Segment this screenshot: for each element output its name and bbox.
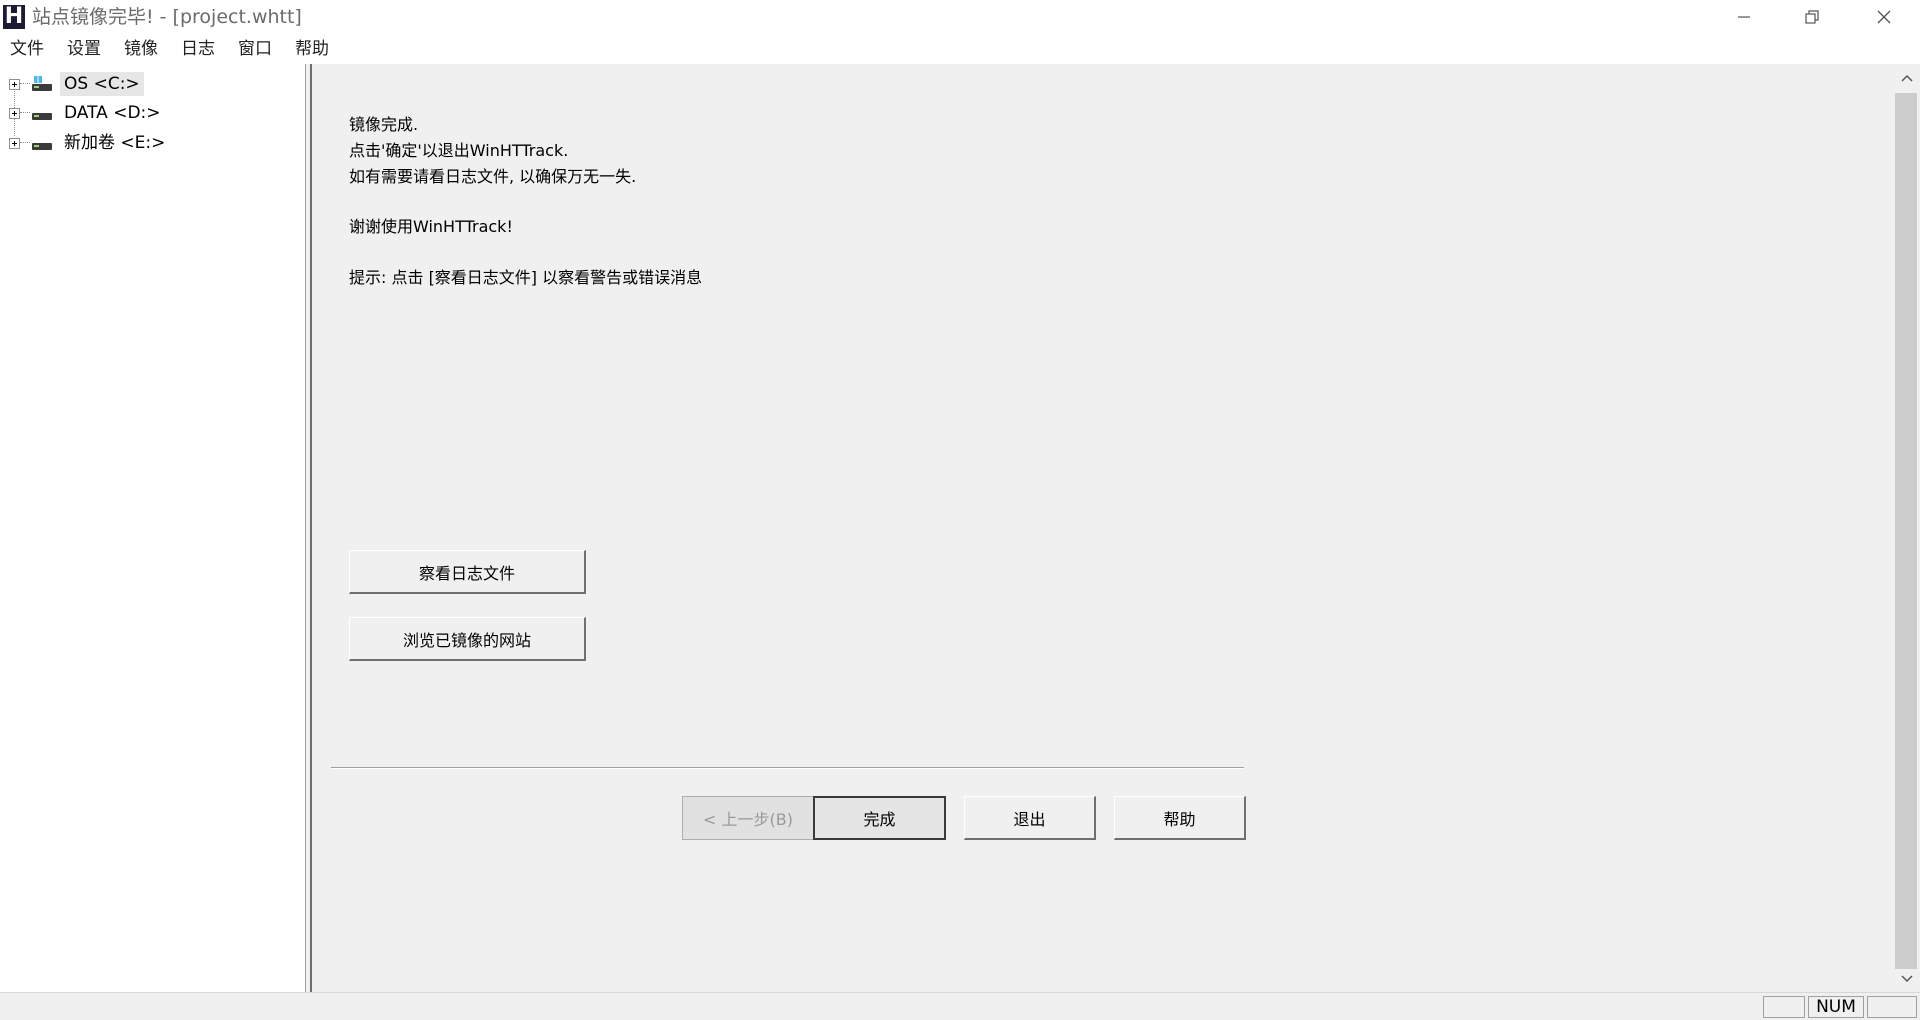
app-logo-icon: H <box>3 4 25 29</box>
menu-bar: 文件 设置 镜像 日志 窗口 帮助 <box>0 34 1920 64</box>
status-bar: NUM <box>0 992 1920 1020</box>
close-icon <box>1877 10 1891 24</box>
menu-help[interactable]: 帮助 <box>295 38 329 60</box>
drive-icon <box>32 109 52 121</box>
restore-button[interactable] <box>1778 0 1846 34</box>
minimize-button[interactable] <box>1710 0 1778 34</box>
message-line: 镜像完成. <box>349 115 419 134</box>
menu-file[interactable]: 文件 <box>10 38 44 60</box>
message-line: 如有需要请看日志文件, 以确保万无一失. <box>349 167 637 186</box>
restore-icon <box>1805 10 1819 24</box>
expand-icon[interactable] <box>9 108 20 119</box>
drive-tree: OS <C:> DATA <D:> 新加卷 <E:> <box>0 64 306 992</box>
expand-icon[interactable] <box>9 79 20 90</box>
menu-settings[interactable]: 设置 <box>67 38 101 60</box>
help-button[interactable]: 帮助 <box>1114 796 1246 840</box>
tree-item-c[interactable]: OS <C:> <box>0 71 300 97</box>
vertical-scrollbar[interactable] <box>1893 64 1920 992</box>
tree-item-label: OS <C:> <box>60 72 144 96</box>
menu-window[interactable]: 窗口 <box>238 38 272 60</box>
tree-item-label: DATA <D:> <box>64 103 161 123</box>
scroll-thumb[interactable] <box>1895 93 1917 969</box>
finish-button[interactable]: 完成 <box>813 796 946 840</box>
exit-button[interactable]: 退出 <box>964 796 1096 840</box>
num-lock-indicator: NUM <box>1808 996 1864 1018</box>
status-pane-empty <box>1867 996 1917 1018</box>
window-title: 站点镜像完毕! - [project.whtt] <box>32 6 302 28</box>
message-line: 谢谢使用WinHTTrack! <box>349 217 513 236</box>
scroll-down-arrow-icon[interactable] <box>1893 965 1920 992</box>
message-line: 点击'确定'以退出WinHTTrack. <box>349 141 569 160</box>
title-bar: H 站点镜像完毕! - [project.whtt] <box>0 0 1920 34</box>
hint-text: 提示: 点击 [察看日志文件] 以察看警告或错误消息 <box>349 268 703 287</box>
close-button[interactable] <box>1850 0 1918 34</box>
separator <box>331 767 1244 769</box>
wizard-panel <box>310 64 1893 992</box>
scroll-up-arrow-icon[interactable] <box>1893 64 1920 91</box>
system-drive-icon <box>32 76 52 92</box>
drive-icon <box>32 139 52 151</box>
tree-item-label: 新加卷 <E:> <box>64 133 166 153</box>
view-log-button[interactable]: 察看日志文件 <box>349 550 586 594</box>
menu-mirror[interactable]: 镜像 <box>124 38 158 60</box>
menu-log[interactable]: 日志 <box>181 38 215 60</box>
back-button[interactable]: < 上一步(B) <box>682 796 814 840</box>
browse-site-button[interactable]: 浏览已镜像的网站 <box>349 617 586 661</box>
tree-item-d[interactable]: DATA <D:> <box>0 100 300 126</box>
minimize-icon <box>1738 16 1750 18</box>
status-pane-empty <box>1763 996 1805 1018</box>
expand-icon[interactable] <box>9 138 20 149</box>
tree-item-e[interactable]: 新加卷 <E:> <box>0 130 300 156</box>
